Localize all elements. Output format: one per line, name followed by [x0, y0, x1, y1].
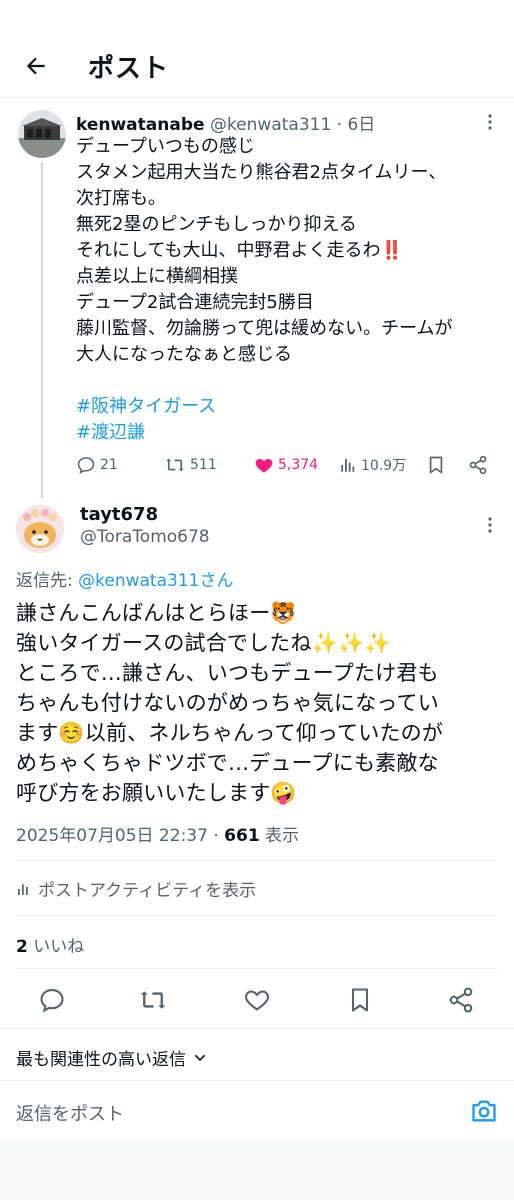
share-icon — [469, 455, 487, 475]
bookmark-button[interactable] — [426, 452, 446, 478]
post-datetime[interactable]: 2025年07月05日 22:37 — [16, 826, 208, 846]
views-icon — [341, 459, 355, 472]
reply-line: ところで…謙さん、いつもデュープたけ君も — [16, 661, 439, 685]
author-handle[interactable]: @ToraTomo678 — [80, 527, 210, 547]
replying-to-label: 返信先: — [16, 571, 79, 591]
camera-icon — [472, 1100, 496, 1122]
reply-line: ます☺️以前、ネルちゃんって仰っていたのが — [16, 721, 444, 745]
tiger-mascot-avatar-icon — [16, 505, 64, 553]
reply-input[interactable]: 返信をポスト — [16, 1100, 124, 1126]
reply-line: 強いタイガースの試合でしたね✨✨✨ — [16, 631, 391, 655]
reply-line: 謙さんこんばんはとらほー🐯 — [16, 601, 297, 625]
mention-link[interactable]: @kenwata311さん — [78, 571, 233, 591]
reply-line: めちゃくちゃドツボで…デュープにも素敵な — [16, 751, 439, 775]
likes-count: 2 — [16, 937, 28, 957]
page-title: ポスト — [88, 54, 170, 84]
divider — [16, 968, 498, 969]
like-button[interactable]: 5,374 — [254, 452, 318, 478]
repost-count: 511 — [190, 457, 217, 473]
post-meta: 2025年07月05日 22:37 · 661 表示 — [16, 821, 299, 846]
post-line: スタメン起用大当たり熊谷君2点タイムリー、 — [76, 162, 447, 183]
post-activity-label: ポストアクティビティを表示 — [38, 881, 257, 901]
likes-summary[interactable]: 2 いいね — [16, 932, 84, 957]
reply-button[interactable] — [38, 986, 66, 1014]
author-name[interactable]: kenwatanabe — [76, 115, 205, 135]
post-line: 点差以上に横綱相撲 — [76, 266, 238, 287]
bookmark-icon — [429, 456, 443, 474]
divider — [16, 915, 498, 916]
avatar[interactable] — [18, 110, 66, 158]
repost-button[interactable] — [139, 986, 167, 1014]
likes-label: いいね — [27, 937, 85, 957]
post-time[interactable]: 6日 — [347, 115, 375, 135]
bottom-area — [0, 1141, 514, 1200]
reply-line: 呼び方をお願いいたします🤪 — [16, 781, 297, 805]
separator: · — [336, 115, 343, 135]
reply-icon — [40, 989, 64, 1013]
repost-icon — [166, 458, 184, 472]
author-name[interactable]: tayt678 — [80, 504, 158, 525]
post-line: デュープ2試合連続完封5勝目 — [76, 292, 314, 313]
top-bar: ポスト — [0, 0, 514, 98]
more-button[interactable] — [480, 515, 500, 535]
reply-icon — [77, 457, 95, 474]
avatar[interactable] — [16, 505, 64, 553]
heart-icon — [255, 458, 273, 473]
share-icon — [449, 987, 473, 1013]
repost-button[interactable]: 511 — [164, 452, 217, 478]
like-button[interactable] — [243, 986, 271, 1014]
more-icon — [488, 517, 492, 533]
reply-actions — [0, 982, 514, 1018]
post-line: 藤川監督、勿論勝って兜は緩めない。チームが — [76, 318, 453, 339]
post-text: デュープいつもの感じ スタメン起用大当たり熊谷君2点タイムリー、 次打席も。 無… — [76, 134, 496, 446]
divider — [0, 1028, 514, 1029]
sort-label: 最も関連性の高い返信 — [16, 1050, 186, 1070]
hashtag-link[interactable]: #阪神タイガース — [76, 394, 496, 420]
back-arrow-icon — [26, 57, 45, 75]
author-handle[interactable]: @kenwata311 — [210, 115, 331, 135]
reply-composer[interactable]: 返信をポスト — [0, 1080, 514, 1140]
hashtag-link[interactable]: #渡辺謙 — [76, 420, 496, 446]
replying-to: 返信先: @kenwata311さん — [16, 566, 233, 591]
more-button[interactable] — [480, 112, 500, 132]
heart-icon — [244, 990, 270, 1011]
thread-line — [41, 162, 43, 498]
post-line: 次打席も。 — [76, 188, 166, 209]
post-line: それにしても大山、中野君よく走るわ — [76, 240, 381, 261]
views-button[interactable]: 10.9万 — [339, 452, 406, 478]
post-header: kenwatanabe @kenwata311 · 6日 — [76, 110, 375, 135]
chevron-down-icon — [194, 1054, 206, 1061]
view-count: 10.9万 — [361, 458, 407, 474]
share-button[interactable] — [468, 452, 488, 478]
post-actions: 21 511 5,374 10.9万 — [76, 452, 496, 478]
share-button[interactable] — [447, 986, 475, 1014]
analytics-icon — [18, 883, 28, 895]
reply-line: ちゃんも付けないのがめっちゃ気になってい — [16, 691, 439, 715]
post-line: 無死2塁のピンチもしっかり抑える — [76, 214, 357, 235]
reply-button[interactable]: 21 — [76, 452, 118, 478]
post-line-with-emphasis: それにしても大山、中野君よく走るわ‼️ — [76, 238, 496, 264]
post-line: デュープいつもの感じ — [76, 136, 255, 157]
bookmark-icon — [351, 988, 369, 1012]
camera-button[interactable] — [470, 1098, 498, 1124]
double-exclamation-emoji: ‼️ — [380, 240, 403, 261]
views-label: 表示 — [259, 826, 300, 846]
divider — [16, 860, 498, 861]
bookmark-button[interactable] — [346, 986, 374, 1014]
repost-icon — [140, 991, 166, 1009]
post-activity-link[interactable]: ポストアクティビティを表示 — [16, 876, 256, 901]
separator: · — [207, 826, 225, 846]
view-count: 661 — [224, 826, 260, 846]
reply-count: 21 — [100, 457, 118, 473]
post-line: 大人になったなぁと感じる — [76, 344, 292, 365]
avatar-photo-icon — [18, 110, 66, 158]
sort-replies-dropdown[interactable]: 最も関連性の高い返信 — [16, 1045, 208, 1070]
like-count: 5,374 — [278, 457, 319, 473]
reply-text: 謙さんこんばんはとらほー🐯 強いタイガースの試合でしたね✨✨✨ ところで…謙さん… — [16, 598, 506, 808]
more-icon — [488, 114, 492, 130]
back-button[interactable] — [18, 48, 54, 84]
